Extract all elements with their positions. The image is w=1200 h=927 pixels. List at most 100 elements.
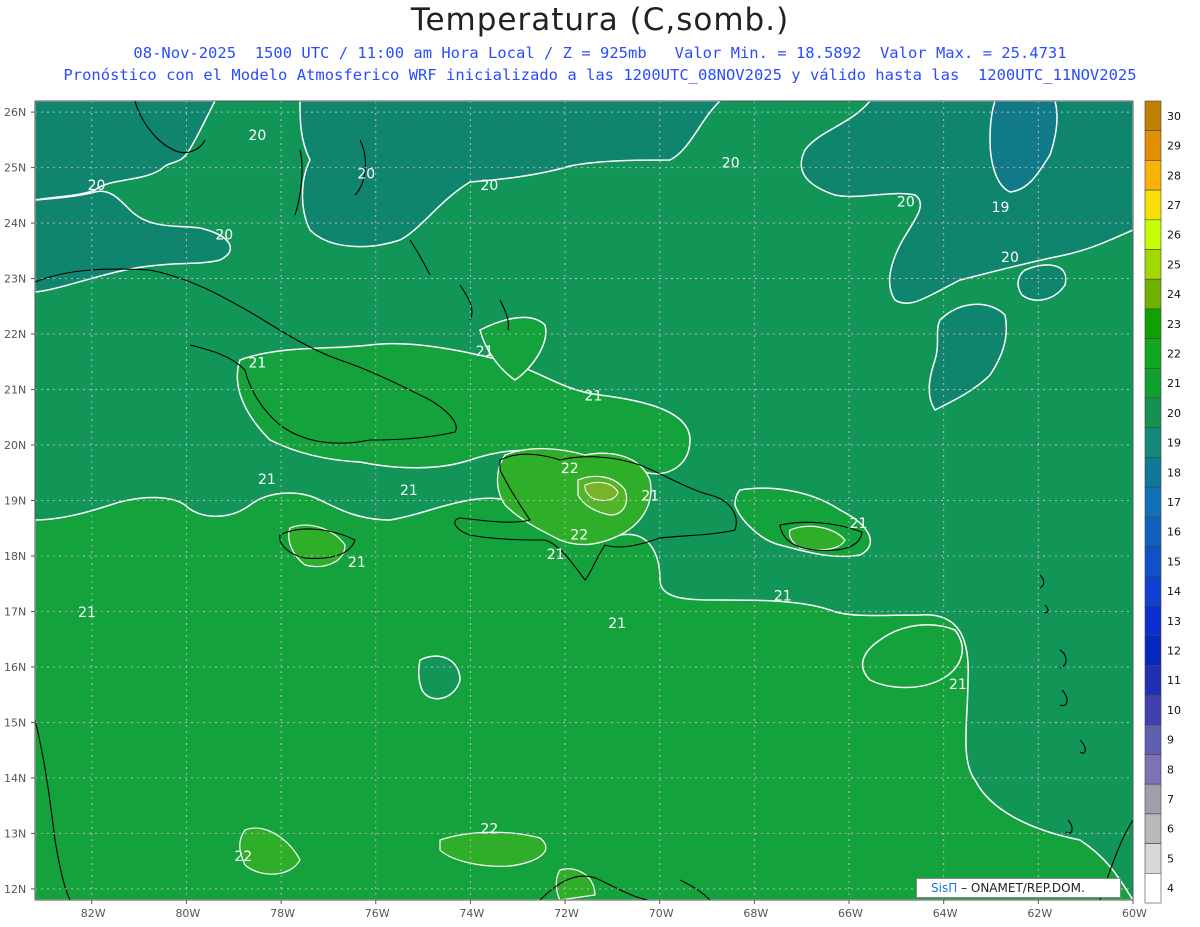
credit-brand: SisΠ <box>931 881 958 895</box>
lat-tick-label: 26N <box>4 106 26 119</box>
lon-tick-label: 74W <box>459 907 484 920</box>
contour-label: 20 <box>480 178 498 194</box>
lat-tick-label: 19N <box>4 495 26 508</box>
colorbar-label: 29 <box>1167 140 1181 153</box>
colorbar-swatch <box>1144 130 1162 161</box>
colorbar-label: 25 <box>1167 258 1181 271</box>
contour-label: 21 <box>585 389 603 405</box>
lat-tick-label: 24N <box>4 217 26 230</box>
colorbar-swatch <box>1144 754 1162 785</box>
contour-label: 21 <box>78 605 96 621</box>
colorbar-label: 14 <box>1167 585 1181 598</box>
colorbar-swatch <box>1144 783 1162 815</box>
lat-tick-label: 18N <box>4 550 26 563</box>
contour-label: 22 <box>570 527 588 543</box>
lon-tick-label: 78W <box>270 907 295 920</box>
colorbar-swatch <box>1144 219 1162 250</box>
map-field <box>35 101 1133 900</box>
colorbar-swatch <box>1144 635 1162 666</box>
colorbar-label: 17 <box>1167 496 1181 509</box>
field-level-20-sea-patch <box>417 655 461 700</box>
colorbar-label: 24 <box>1167 288 1181 301</box>
colorbar-label: 16 <box>1167 526 1181 539</box>
lon-tick-label: 72W <box>554 907 579 920</box>
lat-tick-label: 12N <box>4 883 26 896</box>
contour-label: 21 <box>258 472 276 488</box>
colorbar-label: 6 <box>1167 823 1174 836</box>
colorbar-label: 22 <box>1167 347 1181 360</box>
colorbar-label: 26 <box>1167 229 1181 242</box>
contour-label: 20 <box>215 228 233 244</box>
lat-tick-label: 15N <box>4 716 26 729</box>
contour-label: 20 <box>1001 250 1019 266</box>
colorbar-label: 30 <box>1167 110 1181 123</box>
colorbar-label: 10 <box>1167 704 1181 717</box>
lon-tick-label: 68W <box>743 907 768 920</box>
contour-label: 21 <box>249 355 267 371</box>
colorbar-label: 19 <box>1167 437 1181 450</box>
contour-label: 22 <box>561 461 579 477</box>
colorbar-label: 4 <box>1167 882 1174 895</box>
colorbar-label: 23 <box>1167 318 1181 331</box>
colorbar-swatch <box>1144 665 1162 696</box>
colorbar-swatch <box>1144 457 1162 488</box>
contour-label: 20 <box>722 156 740 172</box>
colorbar-label: 8 <box>1167 763 1174 776</box>
colorbar-swatch <box>1144 338 1162 369</box>
contour-label: 21 <box>850 516 868 532</box>
contour-label: 21 <box>608 616 626 632</box>
lon-tick-label: 60W <box>1122 907 1147 920</box>
contour-label: 21 <box>547 547 565 563</box>
contour-label: 19 <box>992 200 1010 216</box>
colorbar-label: 9 <box>1167 734 1174 747</box>
lon-tick-label: 76W <box>365 907 390 920</box>
contour-label: 21 <box>774 588 792 604</box>
lat-tick-label: 20N <box>4 439 26 452</box>
lon-tick-label: 62W <box>1027 907 1052 920</box>
colorbar-swatch <box>1144 368 1162 399</box>
lat-tick-label: 16N <box>4 661 26 674</box>
contour-label: 22 <box>480 821 498 837</box>
colorbar-label: 20 <box>1167 407 1181 420</box>
contour-label: 21 <box>348 555 366 571</box>
lat-tick-label: 13N <box>4 827 26 840</box>
lon-tick-label: 66W <box>838 907 863 920</box>
colorbar-swatch <box>1144 575 1162 607</box>
colorbar-swatch <box>1144 189 1162 221</box>
lat-tick-label: 14N <box>4 772 26 785</box>
lat-tick-label: 17N <box>4 605 26 618</box>
colorbar-swatch <box>1144 160 1162 191</box>
colorbar: 30 29 28 27 26 25 24 23 22 21 20 19 18 17 16 15 14 13 12 11… <box>1144 100 1181 904</box>
lat-tick-label: 25N <box>4 162 26 175</box>
colorbar-swatch <box>1144 427 1162 458</box>
lon-tick-label: 70W <box>649 907 674 920</box>
lon-tick-label: 82W <box>81 907 106 920</box>
contour-label: 22 <box>234 849 252 865</box>
lat-tick-label: 22N <box>4 328 26 341</box>
latitude-labels: 26N 25N 24N 23N 22N 21N 20N 19N 18N 17N 16N 15N 14N 1… <box>4 106 35 896</box>
temperature-map: 26N 25N 24N 23N 22N 21N 20N 19N 18N 17N 16N 15N 14N 1… <box>4 100 1181 920</box>
contour-label: 20 <box>88 178 106 194</box>
contour-label: 20 <box>357 167 375 183</box>
colorbar-swatch <box>1144 605 1162 636</box>
colorbar-swatch <box>1144 249 1162 280</box>
colorbar-swatch <box>1144 278 1162 310</box>
colorbar-swatch <box>1144 546 1162 577</box>
colorbar-swatch <box>1144 813 1162 844</box>
colorbar-label: 21 <box>1167 377 1181 390</box>
credit-text: – ONAMET/REP.DOM. <box>961 881 1085 895</box>
contour-label: 21 <box>476 344 494 360</box>
contour-label: 21 <box>400 483 418 499</box>
colorbar-swatch <box>1144 724 1162 755</box>
colorbar-swatch <box>1144 397 1162 429</box>
colorbar-label: 15 <box>1167 555 1181 568</box>
colorbar-label: 7 <box>1167 793 1174 806</box>
lat-tick-label: 23N <box>4 273 26 286</box>
colorbar-label: 27 <box>1167 199 1181 212</box>
lat-tick-label: 21N <box>4 384 26 397</box>
contour-label: 21 <box>949 677 967 693</box>
colorbar-label: 12 <box>1167 645 1181 658</box>
colorbar-swatch <box>1144 872 1162 904</box>
lon-tick-label: 80W <box>175 907 200 920</box>
colorbar-label: 18 <box>1167 466 1181 479</box>
